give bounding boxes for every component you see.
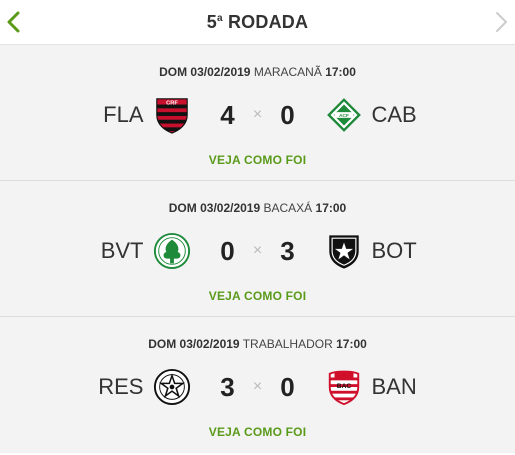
match-date: DOM 03/02/2019 xyxy=(168,201,261,215)
scoreline: FLA CRF 4 × 0 ACF CAB xyxy=(0,87,515,143)
round-header: 5a RODADA xyxy=(0,0,515,45)
chevron-right-icon[interactable] xyxy=(493,11,509,33)
match-date: DOM 03/02/2019 xyxy=(159,65,251,79)
home-score: 0 xyxy=(220,236,235,266)
match-info: DOM 03/02/2019 BACAXÁ 17:00 xyxy=(0,181,515,215)
next-round-button[interactable] xyxy=(489,10,513,34)
match-venue: TRABALHADOR xyxy=(242,337,333,351)
home-score: 4 xyxy=(220,100,235,130)
svg-text:CRF: CRF xyxy=(166,101,178,107)
score-separator: × xyxy=(252,242,263,259)
match-time: 17:00 xyxy=(315,201,347,215)
svg-text:ACF: ACF xyxy=(339,113,349,119)
flamengo-crest-icon: CRF xyxy=(155,98,188,134)
home-team-abbr: BVT xyxy=(100,238,144,263)
match-details-link[interactable]: VEJA COMO FOI xyxy=(0,425,515,439)
botafogo-crest-icon xyxy=(328,235,359,269)
match-card: DOM 03/02/2019 MARACANÃ 17:00 FLA CRF 4 … xyxy=(0,45,515,181)
home-team-abbr: RES xyxy=(98,374,144,399)
away-score: 0 xyxy=(280,372,295,402)
away-team-abbr: BOT xyxy=(371,238,417,263)
match-venue: BACAXÁ xyxy=(263,201,313,215)
match-details-link[interactable]: VEJA COMO FOI xyxy=(0,289,515,303)
round-number: 5 xyxy=(206,11,218,32)
away-score: 3 xyxy=(280,236,295,266)
scoreline: BVT 0 × 3 BOT xyxy=(0,223,515,279)
away-team-abbr: CAB xyxy=(371,102,417,127)
away-score: 0 xyxy=(280,100,295,130)
boavista-crest-icon xyxy=(153,232,190,270)
match-card: DOM 03/02/2019 BACAXÁ 17:00 BVT 0 × 3 BO… xyxy=(0,181,515,317)
round-word: RODADA xyxy=(227,11,309,32)
round-title: 5a RODADA xyxy=(207,12,308,33)
match-time: 17:00 xyxy=(336,337,367,351)
match-details-link[interactable]: VEJA COMO FOI xyxy=(0,153,515,167)
round-ordinal: a xyxy=(217,12,223,24)
match-time: 17:00 xyxy=(325,65,356,79)
resende-crest-icon xyxy=(153,368,190,406)
match-card: DOM 03/02/2019 TRABALHADOR 17:00 RES 3 ×… xyxy=(0,317,515,453)
bangu-crest-icon: BAC xyxy=(328,370,359,406)
score-separator: × xyxy=(252,106,263,123)
svg-text:BAC: BAC xyxy=(336,383,351,390)
previous-round-button[interactable] xyxy=(2,10,26,34)
chevron-left-icon[interactable] xyxy=(6,11,22,33)
match-venue: MARACANÃ xyxy=(253,65,322,79)
cabofriense-crest-icon: ACF xyxy=(326,98,361,132)
match-info: DOM 03/02/2019 TRABALHADOR 17:00 xyxy=(0,317,515,351)
match-list: DOM 03/02/2019 MARACANÃ 17:00 FLA CRF 4 … xyxy=(0,45,515,453)
away-team-abbr: BAN xyxy=(371,374,417,399)
home-score: 3 xyxy=(220,372,235,402)
score-separator: × xyxy=(252,378,263,395)
match-info: DOM 03/02/2019 MARACANÃ 17:00 xyxy=(0,45,515,79)
scoreline: RES 3 × 0 BAC BAN xyxy=(0,359,515,415)
home-team-abbr: FLA xyxy=(103,102,144,127)
match-date: DOM 03/02/2019 xyxy=(148,337,240,351)
